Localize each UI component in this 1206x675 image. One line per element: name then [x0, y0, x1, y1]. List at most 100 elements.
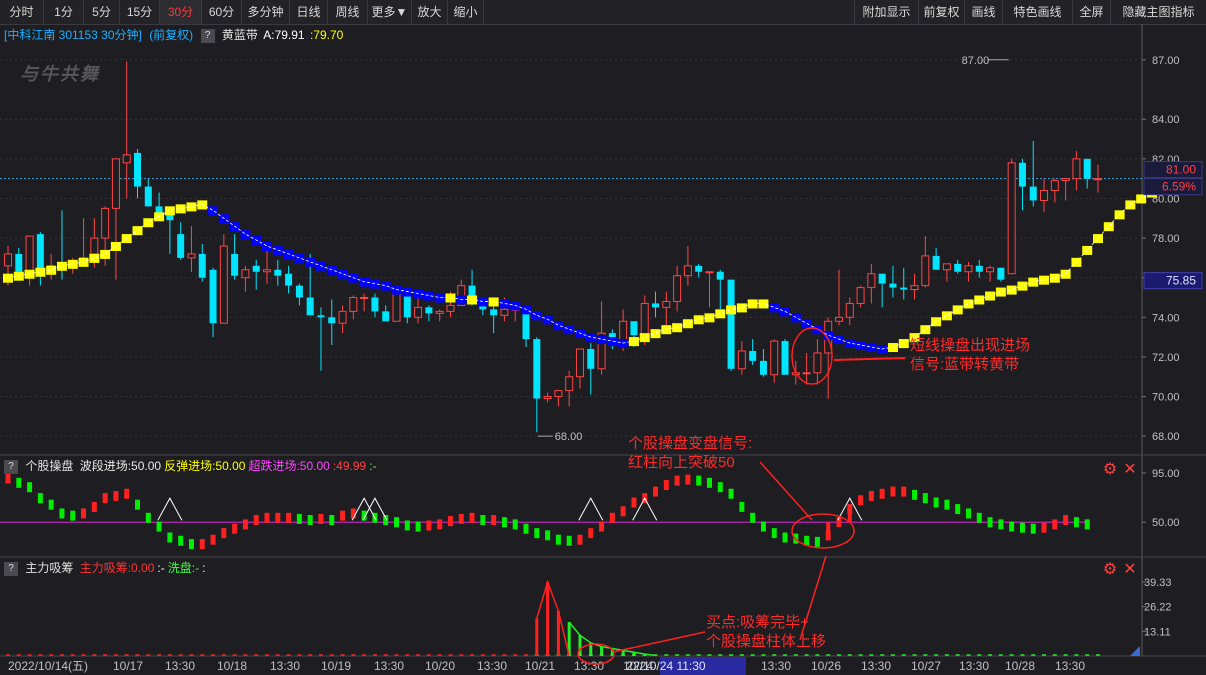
- help-button[interactable]: ?: [200, 28, 215, 43]
- band-block: [780, 307, 791, 317]
- osc-bar: [458, 513, 464, 524]
- band-block: [143, 218, 154, 228]
- candle-body: [15, 253, 23, 272]
- signal-triangle: [578, 497, 604, 521]
- gear-icon[interactable]: ⚙: [1103, 561, 1117, 578]
- candle-body: [1072, 158, 1081, 180]
- osc-bar: [717, 482, 723, 493]
- band-block: [769, 303, 780, 313]
- close-icon[interactable]: ✕: [1123, 461, 1136, 478]
- candle-body: [382, 311, 390, 322]
- osc-value-4: :-: [369, 459, 377, 473]
- osc-bar: [998, 519, 1004, 530]
- osc-bar: [922, 493, 928, 504]
- x-tick-label: 2022/10/14(五): [8, 659, 88, 673]
- osc-bar: [447, 516, 453, 527]
- band-block: [985, 291, 996, 301]
- candle-body: [252, 265, 260, 272]
- osc-bar: [771, 528, 777, 539]
- close-icon[interactable]: ✕: [1123, 561, 1136, 578]
- highlight-ellipse: [791, 513, 855, 549]
- osc-bar: [426, 520, 432, 531]
- band-block: [693, 315, 704, 325]
- band-block: [974, 295, 985, 305]
- band-block: [995, 287, 1006, 297]
- band-block: [110, 242, 121, 251]
- candle-body: [543, 396, 552, 400]
- band-block: [272, 245, 283, 255]
- band-block: [305, 257, 316, 267]
- candle-body: [986, 267, 995, 273]
- band-block: [510, 301, 521, 311]
- osc-value-0: 波段进场:50.00: [79, 459, 162, 473]
- band-block: [898, 339, 909, 349]
- band-block: [574, 329, 585, 339]
- candle-body: [652, 303, 660, 308]
- osc-bar: [221, 528, 227, 539]
- band-block: [434, 293, 445, 303]
- candle-body: [1094, 178, 1102, 181]
- osc-bar: [199, 539, 205, 550]
- osc-bar: [976, 512, 982, 523]
- vol-value-3: :: [202, 561, 206, 575]
- osc-bar: [102, 493, 108, 504]
- volume-header: ? 主力吸筹 主力吸筹:0.00:- 洗盘:-:: [0, 559, 205, 577]
- osc-bar: [577, 534, 583, 545]
- vol-value-2: 洗盘:-: [167, 561, 200, 575]
- band-block: [1028, 277, 1039, 287]
- band-block: [262, 242, 273, 251]
- osc-bar: [480, 515, 486, 526]
- osc-bar: [491, 515, 497, 526]
- candle-body: [490, 309, 498, 316]
- annotation-buy-point: 买点:吸筹完毕+ 个股操盘柱体上移: [706, 613, 826, 651]
- current-price-text: 81.00: [1166, 163, 1196, 177]
- scroll-corner-icon: [1130, 646, 1140, 656]
- osc-bar: [286, 512, 292, 523]
- change-text: 6.59%: [1162, 180, 1196, 194]
- osc-bar: [124, 488, 130, 499]
- candle-body: [575, 348, 584, 378]
- candle-body: [705, 271, 714, 274]
- band-block: [866, 343, 877, 353]
- vol-line-red: [536, 579, 570, 657]
- osc-bar: [135, 499, 141, 510]
- osc-bar: [70, 510, 76, 521]
- candle-body: [640, 302, 649, 336]
- x-tick-label: 13:30: [477, 659, 507, 673]
- osc-bar: [674, 475, 680, 486]
- osc-bar: [232, 523, 238, 534]
- osc-bar: [264, 512, 270, 523]
- osc-value-3: :49.99: [332, 459, 367, 473]
- indicator-value-a: A:79.91: [263, 28, 305, 42]
- osc-bar: [469, 512, 475, 523]
- main-header: [中科江南 301153 30分钟] (前复权) ? 黄蓝带 A:79.91 :…: [4, 26, 343, 44]
- candle-body: [749, 350, 757, 361]
- x-tick-label: 10/28: [1005, 659, 1035, 673]
- candle-body: [770, 340, 779, 376]
- candle-body: [360, 297, 369, 299]
- osc-bar: [81, 508, 87, 519]
- osc-bar: [814, 536, 820, 547]
- band-block: [758, 299, 769, 309]
- candle-body: [1029, 186, 1037, 201]
- band-block: [833, 335, 844, 345]
- candle-body: [932, 255, 940, 270]
- candle-body: [317, 315, 325, 318]
- candle-body: [759, 360, 767, 375]
- y-tick-label: 72.00: [1152, 352, 1180, 364]
- candle-body: [716, 271, 724, 280]
- osc-bar: [944, 499, 950, 510]
- y-tick-label: 78.00: [1152, 233, 1180, 245]
- osc-bar: [955, 504, 961, 515]
- x-tick-label: 13:30: [761, 659, 791, 673]
- help-button-osc[interactable]: ?: [4, 459, 18, 474]
- help-button-vol[interactable]: ?: [4, 561, 18, 576]
- osc-bar: [987, 517, 993, 528]
- osc-bar: [415, 521, 421, 532]
- candle-body: [500, 308, 509, 316]
- gear-icon[interactable]: ⚙: [1103, 461, 1117, 478]
- y-tick-label: 87.00: [1152, 55, 1180, 67]
- annotation-line: 买点:吸筹完毕+: [706, 614, 809, 631]
- band-block: [521, 305, 532, 315]
- osc-bar: [631, 497, 637, 508]
